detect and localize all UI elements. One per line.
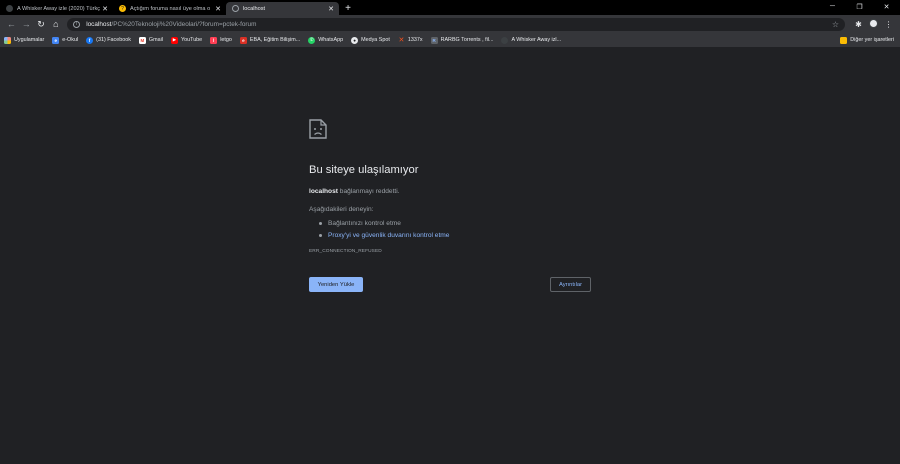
tab-title: Açtığım foruma nasıl üye olma o (130, 5, 211, 12)
reload-button[interactable]: Yeniden Yükle (309, 277, 363, 292)
try-label: Aşağıdakileri deneyin: (309, 206, 374, 213)
eba-icon: e (239, 36, 247, 44)
bookmark-medya-spot[interactable]: ● Medya Spot (351, 36, 390, 44)
tab-title: A Whisker Away izle (2020) Türkç (17, 5, 101, 12)
bookmark-label: 1337x (407, 37, 423, 43)
other-bookmarks[interactable]: Diğer yer işaretleri (840, 36, 894, 44)
bookmark-gmail[interactable]: M Gmail (138, 36, 163, 44)
bookmark-e-okul[interactable]: e e-Okul (52, 36, 79, 44)
toolbar: ← → ↻ ⌂ i localhost/PC%20Teknoloji%20Vid… (0, 15, 900, 33)
bookmark-facebook[interactable]: f (31) Facebook (86, 36, 131, 44)
bullet-icon (319, 233, 322, 237)
window-controls: ─ ❐ ✕ (819, 0, 900, 13)
e-okul-icon: e (52, 36, 60, 44)
bullet-icon (319, 221, 322, 225)
close-icon[interactable]: ✕ (327, 5, 335, 13)
gmail-icon: M (138, 36, 146, 44)
facebook-icon: f (86, 36, 94, 44)
bookmark-star-icon[interactable]: ☆ (832, 20, 839, 29)
suggestion-text[interactable]: Proxy'yi ve güvenlik duvarını kontrol et… (328, 232, 449, 239)
folder-icon (840, 36, 848, 44)
medya-spot-icon: ● (351, 36, 359, 44)
back-icon[interactable]: ← (4, 17, 19, 32)
info-icon[interactable]: i (73, 20, 81, 28)
page-content: Bu siteye ulaşılamıyor localhost bağlanm… (0, 47, 900, 464)
button-row: Yeniden Yükle Ayrıntılar (309, 277, 591, 292)
bookmark-label: Diğer yer işaretleri (850, 37, 894, 43)
forum-icon: ? (119, 5, 126, 12)
sad-page-icon (309, 119, 327, 139)
tab-localhost[interactable]: localhost ✕ (226, 2, 339, 15)
error-host: localhost (309, 188, 338, 195)
details-button[interactable]: Ayrıntılar (550, 277, 591, 292)
bookmark-apps[interactable]: Uygulamalar (4, 36, 45, 44)
bookmarks-bar: Uygulamalar e e-Okul f (31) Facebook M G… (0, 33, 900, 47)
suggestion-text: Bağlantınızı kontrol etme (328, 219, 401, 227)
bookmark-label: EBA, Eğitim Bilişim... (249, 37, 301, 43)
bookmark-label: Medya Spot (361, 37, 390, 43)
rarbg-icon: R (430, 36, 438, 44)
extensions-icon[interactable]: ✱ (851, 20, 866, 29)
error-code: ERR_CONNECTION_REFUSED (309, 249, 382, 254)
error-container: Bu siteye ulaşılamıyor localhost bağlanm… (309, 119, 599, 254)
bookmark-label: YouTube (181, 37, 203, 43)
bookmark-youtube[interactable]: ▶ YouTube (171, 36, 203, 44)
tab-title: localhost (243, 5, 266, 12)
url-path: /PC%20Teknoloji%20Videolari/?forum=pctek… (111, 20, 257, 28)
error-summary: localhost bağlanmayı reddetti. (309, 188, 599, 195)
bookmark-whisker-away[interactable]: A Whisker Away izl... (501, 36, 562, 44)
bookmark-label: Gmail (148, 37, 163, 43)
1337x-icon: ✕ (398, 37, 405, 44)
bookmark-label: Uygulamalar (14, 37, 45, 43)
tab-strip: A Whisker Away izle (2020) Türkç ✕ ? Açt… (0, 0, 900, 15)
reload-icon[interactable]: ↻ (34, 17, 49, 32)
page-title: Bu siteye ulaşılamıyor (309, 164, 419, 176)
forward-icon[interactable]: → (19, 17, 34, 32)
restore-icon[interactable]: ❐ (846, 0, 873, 13)
address-bar[interactable]: i localhost/PC%20Teknoloji%20Videolari/?… (67, 17, 845, 31)
home-icon[interactable]: ⌂ (48, 17, 63, 32)
tab-forum[interactable]: ? Açtığım foruma nasıl üye olma o ✕ (113, 2, 226, 15)
suggestions-list: Bağlantınızı kontrol etme Proxy'yi ve gü… (309, 217, 599, 241)
new-tab-button[interactable]: + (341, 2, 355, 15)
bookmark-label: WhatsApp (318, 37, 344, 43)
suggestion-check-proxy-link[interactable]: Proxy'yi ve güvenlik duvarını kontrol et… (319, 229, 599, 241)
minimize-icon[interactable]: ─ (819, 0, 846, 13)
bookmark-label: (31) Facebook (96, 37, 131, 43)
dark-circle-icon (6, 5, 13, 12)
whatsapp-icon: ✆ (308, 36, 316, 44)
bookmark-eba[interactable]: e EBA, Eğitim Bilişim... (239, 36, 301, 44)
bookmark-label: A Whisker Away izl... (511, 37, 562, 43)
url-host: localhost (86, 20, 112, 28)
bookmark-label: RARBG Torrents , fil... (440, 37, 494, 43)
globe-icon (232, 5, 239, 12)
menu-icon[interactable]: ⋮ (881, 20, 896, 29)
tab-whisker-away[interactable]: A Whisker Away izle (2020) Türkç ✕ (0, 2, 113, 15)
dark-circle-icon (501, 36, 509, 44)
error-summary-text: bağlanmayı reddetti. (337, 188, 400, 195)
suggestion-check-connection: Bağlantınızı kontrol etme (319, 217, 599, 229)
close-icon[interactable]: ✕ (101, 5, 109, 13)
close-window-icon[interactable]: ✕ (873, 0, 900, 13)
bookmark-label: letgo (220, 37, 232, 43)
bookmark-whatsapp[interactable]: ✆ WhatsApp (308, 36, 344, 44)
avatar[interactable] (866, 18, 881, 30)
toolbar-actions: ✱ ⋮ (851, 18, 896, 30)
bookmark-rarbg[interactable]: R RARBG Torrents , fil... (430, 36, 494, 44)
youtube-icon: ▶ (171, 36, 178, 44)
bookmark-1337x[interactable]: ✕ 1337x (398, 37, 423, 44)
apps-grid-icon (4, 36, 11, 44)
letgo-icon: l (210, 36, 218, 44)
close-icon[interactable]: ✕ (214, 5, 222, 13)
bookmark-letgo[interactable]: l letgo (210, 36, 232, 44)
bookmark-label: e-Okul (62, 37, 79, 43)
